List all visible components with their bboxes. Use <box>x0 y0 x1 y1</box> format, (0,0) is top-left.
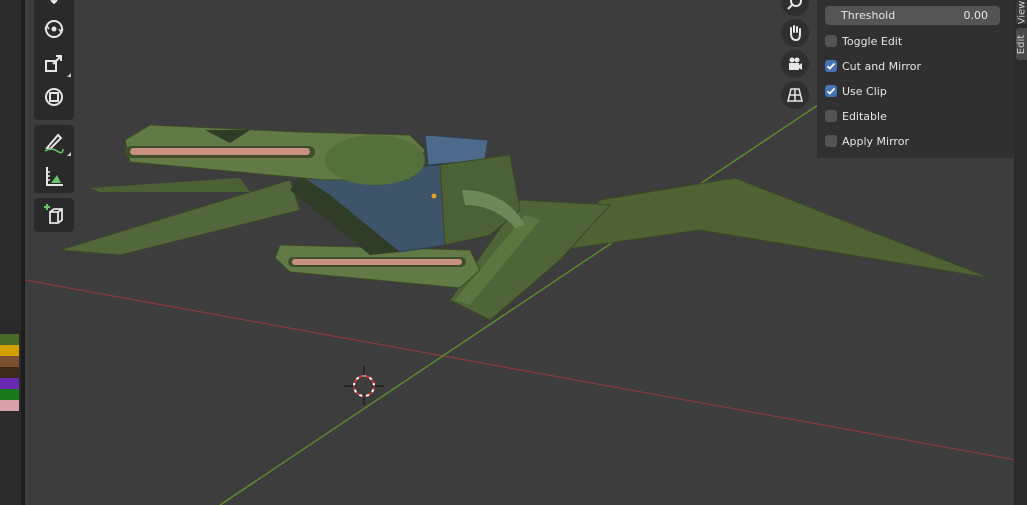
camera-view-button[interactable] <box>781 50 809 78</box>
transform-icon <box>45 88 63 106</box>
tab-edit-label: Edit <box>1016 34 1027 54</box>
tool-shelf <box>34 0 74 237</box>
palette-swatch[interactable] <box>0 389 19 400</box>
color-palette[interactable] <box>0 323 19 411</box>
add-cube-icon <box>44 204 63 224</box>
palette-swatch[interactable] <box>0 378 19 389</box>
option-1-checkbox-row[interactable]: Toggle Edit <box>825 31 1008 51</box>
checkbox[interactable] <box>825 110 837 122</box>
option-5-checkbox-row[interactable]: Apply Mirror <box>825 131 1008 151</box>
checkbox-label: Apply Mirror <box>842 134 909 148</box>
tab-view-label: View <box>1016 0 1027 24</box>
mirror-options-panel: Threshold 0.00 Toggle Edit Cut and Mirror… <box>817 0 1014 158</box>
move-icon <box>50 0 58 4</box>
left-region <box>0 0 21 505</box>
palette-swatch[interactable] <box>0 334 19 345</box>
checkbox[interactable] <box>825 85 837 97</box>
pencil-icon <box>44 133 64 154</box>
sidebar-tabs <box>1014 0 1027 505</box>
palette-swatch[interactable] <box>0 367 19 378</box>
checkbox-label: Toggle Edit <box>842 34 903 48</box>
grid-perspective-icon <box>787 88 803 102</box>
projection-toggle-button[interactable] <box>781 81 809 109</box>
scale-icon <box>45 55 62 72</box>
checkbox[interactable] <box>825 60 837 72</box>
zoom-button[interactable] <box>781 0 809 16</box>
rotate-icon <box>44 20 64 38</box>
x-axis-line <box>24 279 1027 463</box>
tab-edit[interactable]: Edit <box>1016 28 1027 60</box>
option-2-checkbox-row[interactable]: Cut and Mirror <box>825 56 1008 76</box>
ruler-icon <box>46 167 63 186</box>
pan-button[interactable] <box>781 19 809 47</box>
move-tool-button[interactable] <box>34 0 74 12</box>
tab-view[interactable]: View <box>1016 0 1027 24</box>
hand-pan-icon <box>790 25 801 42</box>
scale-tool-button[interactable] <box>34 46 74 80</box>
checkbox-label: Use Clip <box>842 84 887 98</box>
threshold-label: Threshold <box>841 9 896 22</box>
threshold-slider[interactable]: Threshold 0.00 <box>825 6 1000 25</box>
palette-swatch[interactable] <box>0 356 19 367</box>
transform-tool-button[interactable] <box>34 80 74 114</box>
checkbox-label: Cut and Mirror <box>842 59 922 73</box>
palette-swatch[interactable] <box>0 323 19 334</box>
zoom-icon <box>787 0 802 10</box>
rotate-tool-button[interactable] <box>34 12 74 46</box>
palette-swatch[interactable] <box>0 345 19 356</box>
region-divider[interactable] <box>21 0 25 505</box>
option-3-checkbox-row[interactable]: Use Clip <box>825 81 1008 101</box>
camera-icon <box>789 57 802 70</box>
palette-swatch[interactable] <box>0 400 19 411</box>
add-cube-tool-button[interactable] <box>34 198 74 232</box>
measure-tool-button[interactable] <box>34 159 74 193</box>
threshold-value: 0.00 <box>963 9 989 22</box>
checkbox-label: Editable <box>842 109 887 123</box>
checkbox[interactable] <box>825 35 837 47</box>
checkbox[interactable] <box>825 135 837 147</box>
navigation-gizmo <box>781 0 809 112</box>
right-wing <box>558 177 991 279</box>
option-4-checkbox-row[interactable]: Editable <box>825 106 1008 126</box>
annotate-tool-button[interactable] <box>34 125 74 159</box>
